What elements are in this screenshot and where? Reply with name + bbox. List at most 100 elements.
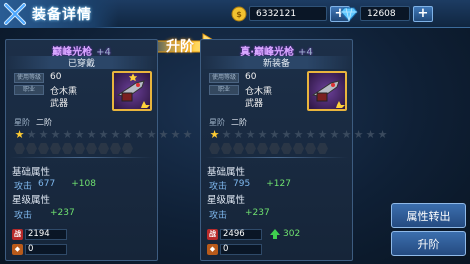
gem-socket-icon xyxy=(110,143,121,154)
star-icon: ★ xyxy=(122,128,133,141)
star-icon: ★ xyxy=(221,128,232,141)
other-stat: ◆ 0 xyxy=(12,243,67,255)
power-gain: 302 xyxy=(283,229,301,239)
gem-socket-icon xyxy=(209,143,220,154)
star-icon: ★ xyxy=(293,128,304,141)
gem-socket-icon xyxy=(293,143,304,154)
weapon-icon[interactable] xyxy=(112,71,152,111)
gem-socket-icon xyxy=(98,143,109,154)
gold-coin-icon: $ xyxy=(231,6,247,21)
star-row: ★ ★ ★ ★ ★ ★ ★ ★ ★ ★ ★ ★ ★ ★ ★ xyxy=(14,129,193,140)
star-icon: ★ xyxy=(281,128,292,141)
star-icon: ★ xyxy=(86,128,97,141)
power-value: 2194 xyxy=(25,228,67,240)
star-attack-bonus: +237 xyxy=(50,208,75,218)
base-attack-row: 攻击 795 +127 xyxy=(209,179,291,192)
svg-text:$: $ xyxy=(236,10,242,19)
other-value: 0 xyxy=(25,243,67,255)
new-equipment-panel: 真·巅峰光枪 +4 新装备 使用等级 60 职业 仓木熏 武器 星阶 二阶 ★ ★ ★ ★… xyxy=(200,39,387,261)
diamond-resource: 12608 + xyxy=(340,5,433,22)
weapon-icon[interactable] xyxy=(307,71,347,111)
current-equipment-panel: 巅峰光枪 +4 已穿戴 使用等级 60 职业 仓木熏 武器 星阶 二阶 ★ ★ ★ ★ ★ ★… xyxy=(5,39,192,261)
gold-amount: 6332121 xyxy=(249,6,327,21)
equipped-status: 已穿戴 xyxy=(6,56,157,69)
flame-icon: ◆ xyxy=(207,243,218,255)
add-diamond-button[interactable]: + xyxy=(413,5,433,22)
power-stat: 战 2194 xyxy=(12,228,67,240)
star-icon: ★ xyxy=(158,128,169,141)
equipment-type: 武器 xyxy=(50,99,69,109)
star-attr-title: 星级属性 xyxy=(207,195,246,206)
star-attack-row: 攻击 +237 xyxy=(209,208,270,221)
gem-socket-icon xyxy=(74,143,85,154)
use-level-value: 60 xyxy=(50,72,62,82)
gem-socket-icon xyxy=(26,143,37,154)
equipment-type: 武器 xyxy=(245,99,264,109)
star-attr-title: 星级属性 xyxy=(12,195,51,206)
star-icon: ★ xyxy=(377,128,388,141)
diamond-icon xyxy=(340,7,358,22)
attack-label: 攻击 xyxy=(209,211,228,221)
rank-value: 二阶 xyxy=(231,118,247,127)
increase-arrow-icon xyxy=(270,229,280,239)
star-attack-bonus: +237 xyxy=(245,208,270,218)
base-attr-title: 基础属性 xyxy=(207,167,246,178)
gem-socket-icon xyxy=(281,143,292,154)
gem-socket-icon xyxy=(38,143,49,154)
power-stat: 战 2496 302 xyxy=(207,228,300,240)
base-attack-row: 攻击 677 +108 xyxy=(14,179,96,192)
socket-row xyxy=(209,143,328,154)
divider xyxy=(205,157,348,158)
power-value: 2496 xyxy=(220,228,262,240)
new-equipment-status: 新装备 xyxy=(201,56,352,69)
attack-bonus: +127 xyxy=(266,179,291,189)
gem-socket-icon xyxy=(86,143,97,154)
power-icon: 战 xyxy=(207,228,218,240)
gem-socket-icon xyxy=(305,143,316,154)
gem-socket-icon xyxy=(233,143,244,154)
attack-bonus: +108 xyxy=(71,179,96,189)
gem-socket-icon xyxy=(317,143,328,154)
rank-label: 星阶 xyxy=(14,118,30,127)
top-bar: 装备详情 $ 6332121 + 12608 + xyxy=(0,0,470,28)
star-icon: ★ xyxy=(305,128,316,141)
attack-label: 攻击 xyxy=(14,211,33,221)
rank-row: 星阶 二阶 xyxy=(209,117,247,128)
star-icon: ★ xyxy=(134,128,145,141)
use-level-label: 使用等级 xyxy=(209,73,239,83)
upgrade-button[interactable]: 升阶 xyxy=(391,231,466,256)
title-area: 装备详情 xyxy=(0,0,118,28)
gem-socket-icon xyxy=(269,143,280,154)
gem-socket-icon xyxy=(62,143,73,154)
attack-value: 795 xyxy=(233,179,251,189)
base-attr-title: 基础属性 xyxy=(12,167,51,178)
star-icon: ★ xyxy=(329,128,340,141)
star-icon: ★ xyxy=(182,128,193,141)
gem-socket-icon xyxy=(245,143,256,154)
attribute-transfer-button[interactable]: 属性转出 xyxy=(391,203,466,228)
star-icon: ★ xyxy=(146,128,157,141)
star-icon: ★ xyxy=(269,128,280,141)
use-level-label: 使用等级 xyxy=(14,73,44,83)
star-icon: ★ xyxy=(74,128,85,141)
power-icon: 战 xyxy=(12,228,23,240)
star-icon: ★ xyxy=(26,128,37,141)
socket-row xyxy=(14,143,133,154)
upgrade-banner-label: 升阶 xyxy=(166,39,194,55)
star-icon: ★ xyxy=(233,128,244,141)
attack-value: 677 xyxy=(38,179,56,189)
attack-label: 攻击 xyxy=(209,182,228,192)
star-icon: ★ xyxy=(38,128,49,141)
gem-socket-icon xyxy=(122,143,133,154)
flame-icon: ◆ xyxy=(12,243,23,255)
close-icon[interactable] xyxy=(2,1,28,27)
rank-label: 星阶 xyxy=(209,118,225,127)
gem-socket-icon xyxy=(221,143,232,154)
job-label: 职业 xyxy=(209,85,239,95)
star-icon: ★ xyxy=(353,128,364,141)
other-value: 0 xyxy=(220,243,262,255)
star-icon: ★ xyxy=(341,128,352,141)
other-stat: ◆ 0 xyxy=(207,243,262,255)
rank-value: 二阶 xyxy=(36,118,52,127)
page-title: 装备详情 xyxy=(32,7,92,23)
